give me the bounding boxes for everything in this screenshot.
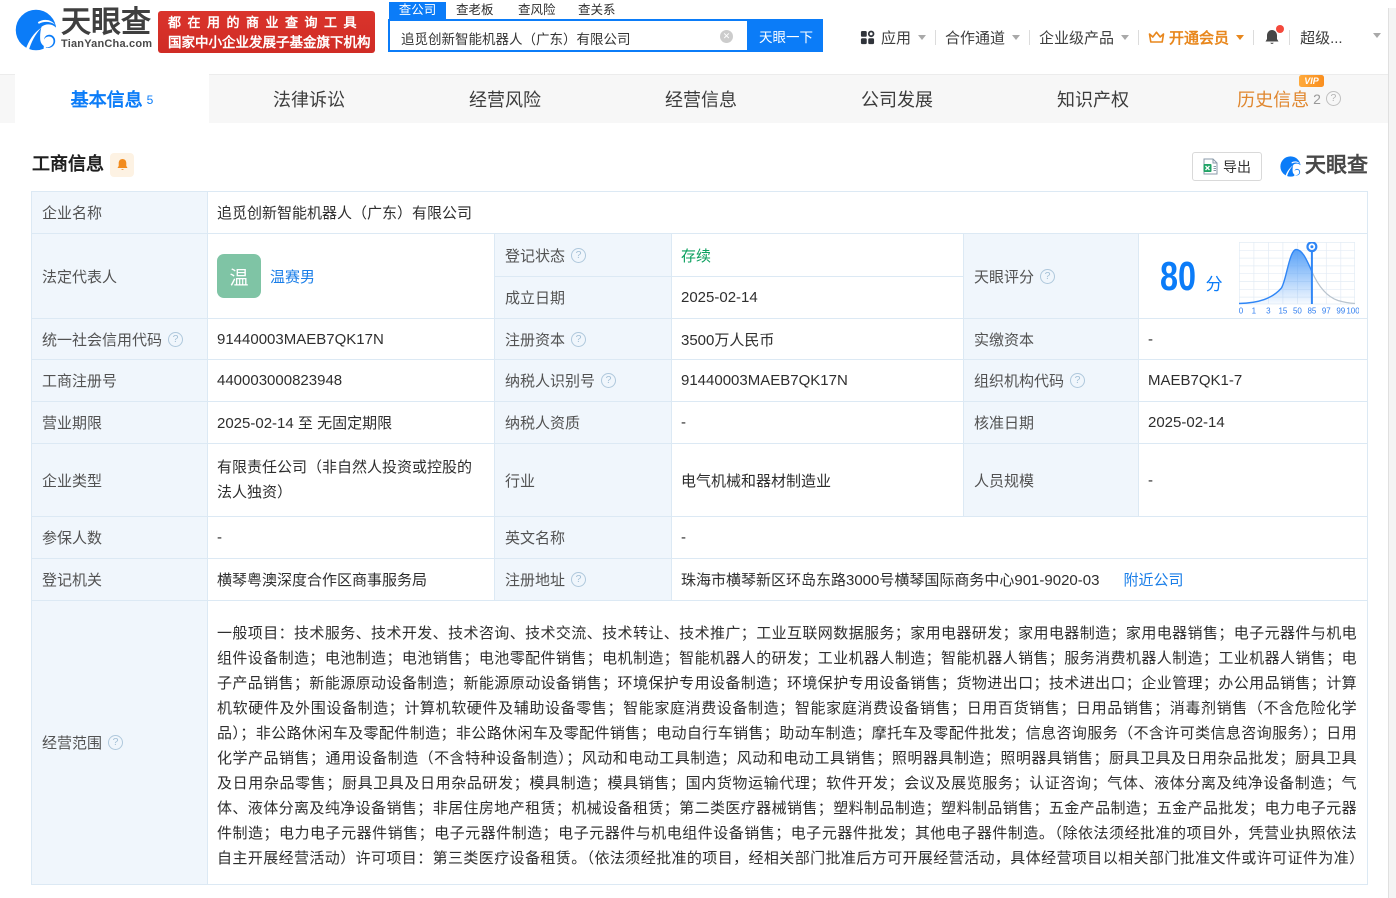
svg-text:99: 99	[1336, 306, 1345, 315]
svg-text:3: 3	[1266, 306, 1271, 315]
svg-text:50: 50	[1293, 306, 1302, 315]
svg-text:1: 1	[1251, 306, 1256, 315]
svg-text:100: 100	[1346, 306, 1359, 315]
svg-text:85: 85	[1307, 306, 1316, 315]
svg-text:0: 0	[1239, 306, 1244, 315]
svg-text:97: 97	[1321, 306, 1330, 315]
svg-text:15: 15	[1278, 306, 1287, 315]
